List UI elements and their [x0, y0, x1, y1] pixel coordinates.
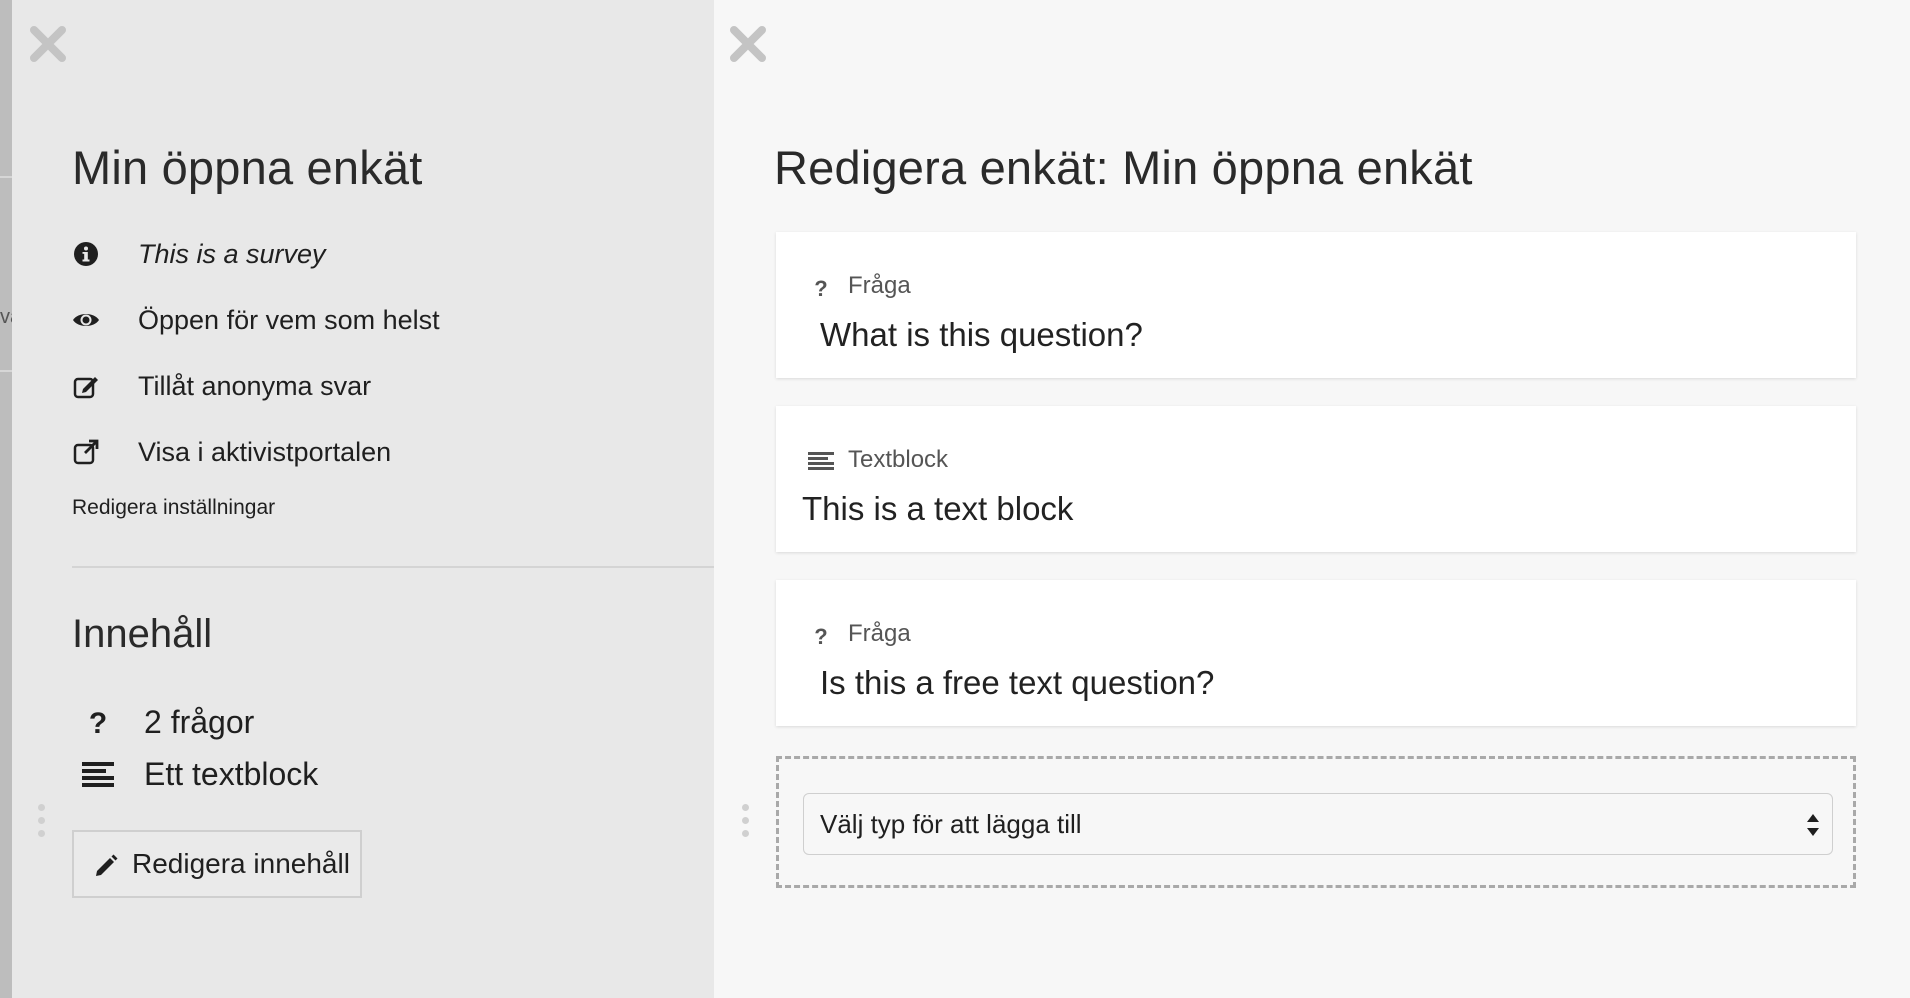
- edit-settings-link[interactable]: Redigera inställningar: [72, 496, 275, 520]
- card-textblock-text: This is a text block: [802, 490, 1074, 527]
- edit-square-icon: [72, 372, 100, 400]
- content-card-question[interactable]: ? Fråga Is this a free text question?: [776, 580, 1856, 726]
- question-icon: ?: [808, 622, 834, 648]
- setting-text: This is a survey: [138, 238, 326, 269]
- setting-anonymous: Tillåt anonyma svar: [72, 368, 371, 404]
- pencil-icon: [92, 852, 120, 880]
- close-icon: [30, 26, 66, 62]
- section-divider: [72, 566, 714, 568]
- edit-content-button[interactable]: Redigera innehåll: [72, 830, 362, 898]
- external-link-icon: [72, 438, 100, 466]
- drag-handle[interactable]: [742, 804, 752, 840]
- content-card-question[interactable]: ? Fråga What is this question?: [776, 232, 1856, 378]
- textblock-count-text: Ett textblock: [144, 755, 319, 792]
- card-question-text: Is this a free text question?: [820, 664, 1215, 701]
- card-type-label: Fråga: [848, 272, 911, 299]
- background-divider: [0, 176, 12, 178]
- question-icon: ?: [80, 704, 116, 740]
- background-page-strip: [0, 0, 12, 998]
- question-icon: ?: [808, 274, 834, 300]
- survey-title: Min öppna enkät: [72, 141, 423, 194]
- question-count: ? 2 frågor: [80, 702, 254, 742]
- setting-text: Öppen för vem som helst: [138, 304, 440, 335]
- content-card-textblock[interactable]: Textblock This is a text block: [776, 406, 1856, 552]
- textblock-count: Ett textblock: [80, 754, 318, 794]
- survey-summary-panel: Min öppna enkät This is a survey Öppen f…: [12, 0, 714, 998]
- card-type-label: Textblock: [848, 446, 949, 473]
- setting-text: Tillåt anonyma svar: [138, 370, 372, 401]
- svg-text:?: ?: [814, 624, 827, 648]
- eye-icon: [72, 306, 100, 334]
- svg-text:?: ?: [89, 707, 107, 740]
- close-icon: [730, 26, 766, 62]
- info-icon: [72, 240, 100, 268]
- add-select-value: Välj typ för att lägga till: [820, 808, 1082, 839]
- survey-editor-panel: Redigera enkät: Min öppna enkät ? Fråga …: [714, 0, 1910, 998]
- background-divider: [0, 370, 12, 372]
- text-lines-icon: [808, 448, 834, 474]
- select-arrows-icon: [1804, 810, 1822, 840]
- svg-text:?: ?: [814, 276, 827, 300]
- drag-handle[interactable]: [38, 804, 48, 840]
- text-lines-icon: [80, 756, 116, 792]
- question-count-text: 2 frågor: [144, 703, 255, 740]
- add-content-dropzone: Välj typ för att lägga till: [776, 756, 1856, 888]
- setting-visibility: Öppen för vem som helst: [72, 302, 440, 338]
- close-summary-button[interactable]: [26, 22, 70, 66]
- card-question-text: What is this question?: [820, 316, 1143, 353]
- setting-text: Visa i aktivistportalen: [138, 436, 392, 467]
- add-content-type-select[interactable]: Välj typ för att lägga till: [803, 793, 1833, 855]
- edit-content-label: Redigera innehåll: [132, 848, 350, 879]
- setting-description: This is a survey: [72, 236, 326, 272]
- editor-title: Redigera enkät: Min öppna enkät: [774, 141, 1473, 194]
- card-type-label: Fråga: [848, 620, 911, 647]
- close-editor-button[interactable]: [726, 22, 770, 66]
- content-section-title: Innehåll: [72, 612, 213, 656]
- setting-portal: Visa i aktivistportalen: [72, 434, 391, 470]
